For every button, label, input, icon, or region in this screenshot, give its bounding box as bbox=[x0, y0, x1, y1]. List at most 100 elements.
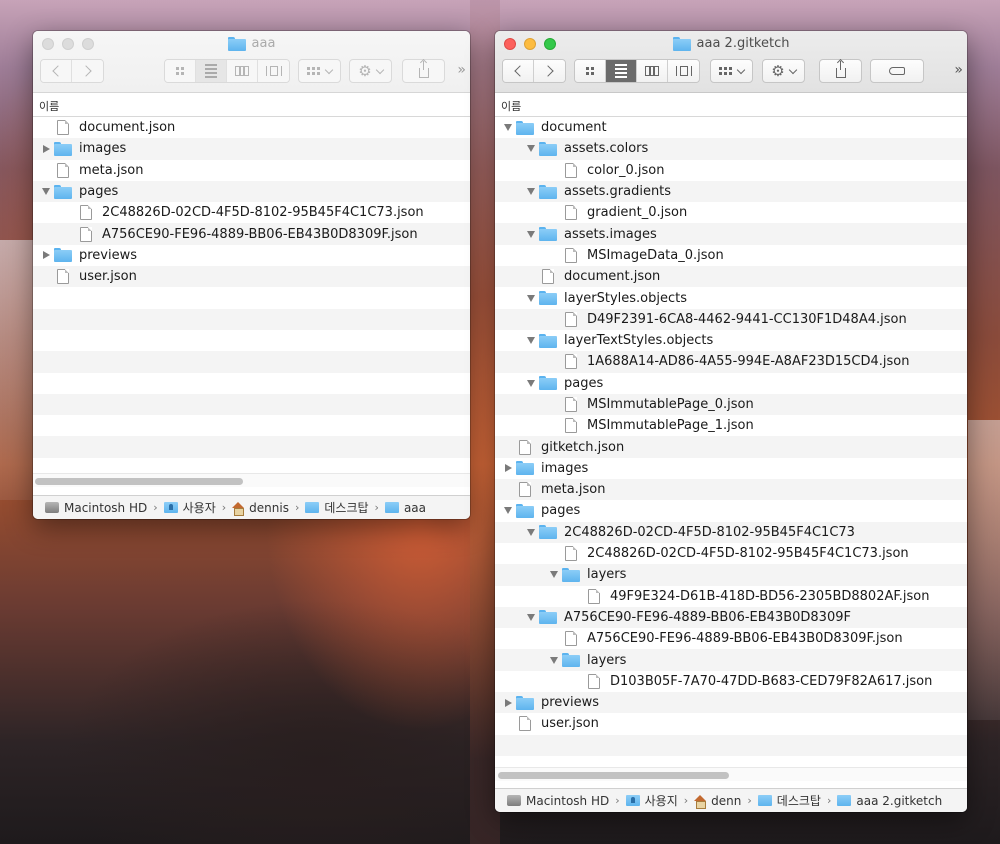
folder-row[interactable]: images bbox=[33, 138, 470, 160]
icon-view-button[interactable] bbox=[165, 60, 196, 82]
file-row[interactable]: gradient_0.json bbox=[495, 202, 967, 223]
row-icon bbox=[536, 291, 560, 306]
path-item[interactable]: aaa 2.gitketch bbox=[837, 794, 942, 808]
file-row[interactable]: A756CE90-FE96-4889-BB06-EB43B0D8309F.jso… bbox=[495, 628, 967, 649]
disclosure-open-icon[interactable] bbox=[526, 612, 536, 622]
list-view-button[interactable] bbox=[196, 60, 227, 82]
column-view-button[interactable] bbox=[227, 60, 258, 82]
folder-row[interactable]: layers bbox=[495, 564, 967, 586]
folder-row[interactable]: layers bbox=[495, 649, 967, 671]
file-row[interactable]: color_0.json bbox=[495, 160, 967, 181]
horizontal-scrollbar[interactable] bbox=[495, 767, 967, 781]
disclosure-open-icon[interactable] bbox=[503, 506, 513, 516]
scrollbar-thumb[interactable] bbox=[498, 772, 729, 779]
scrollbar-thumb[interactable] bbox=[35, 478, 243, 485]
forward-button[interactable] bbox=[72, 60, 103, 82]
file-row[interactable]: user.json bbox=[33, 266, 470, 288]
folder-row[interactable]: previews bbox=[495, 692, 967, 714]
disclosure-closed-icon[interactable] bbox=[41, 144, 51, 154]
folder-row[interactable]: document bbox=[495, 117, 967, 138]
disclosure-closed-icon[interactable] bbox=[41, 250, 51, 260]
back-button[interactable] bbox=[503, 60, 534, 82]
path-item[interactable]: aaa bbox=[384, 501, 426, 515]
path-item[interactable]: Macintosh HD bbox=[45, 501, 147, 515]
disclosure-open-icon[interactable] bbox=[503, 123, 513, 133]
file-row[interactable]: 2C48826D-02CD-4F5D-8102-95B45F4C1C73.jso… bbox=[33, 202, 470, 223]
folder-row[interactable]: previews bbox=[33, 245, 470, 266]
file-row[interactable]: MSImageData_0.json bbox=[495, 245, 967, 266]
file-row[interactable]: document.json bbox=[33, 117, 470, 138]
file-row[interactable]: A756CE90-FE96-4889-BB06-EB43B0D8309F.jso… bbox=[33, 223, 470, 245]
column-view-button[interactable] bbox=[637, 60, 668, 82]
toolbar: ⚙ » bbox=[502, 59, 963, 83]
cover-flow-button[interactable] bbox=[258, 60, 289, 82]
disclosure-closed-icon[interactable] bbox=[503, 463, 513, 473]
path-item[interactable]: 데스크탑 bbox=[305, 499, 369, 516]
folder-row[interactable]: assets.colors bbox=[495, 138, 967, 160]
share-button[interactable] bbox=[402, 59, 445, 83]
folder-row[interactable]: layerTextStyles.objects bbox=[495, 330, 967, 351]
file-row[interactable]: user.json bbox=[495, 713, 967, 734]
file-row[interactable]: 2C48826D-02CD-4F5D-8102-95B45F4C1C73.jso… bbox=[495, 543, 967, 564]
folder-row[interactable]: images bbox=[495, 458, 967, 479]
file-row[interactable]: MSImmutablePage_0.json bbox=[495, 393, 967, 416]
file-row[interactable]: D49F2391-6CA8-4462-9441-CC130F1D48A4.jso… bbox=[495, 308, 967, 330]
tag-button[interactable] bbox=[870, 59, 924, 83]
cover-flow-button[interactable] bbox=[668, 60, 699, 82]
title-bar[interactable]: aaa 2.gitketch ⚙ » bbox=[495, 31, 967, 93]
disclosure-open-icon[interactable] bbox=[526, 293, 536, 303]
file-row[interactable]: 49F9E324-D61B-418D-BD56-2305BD8802AF.jso… bbox=[495, 586, 967, 607]
disclosure-open-icon[interactable] bbox=[526, 527, 536, 537]
disclosure-open-icon[interactable] bbox=[549, 570, 559, 580]
folder-row[interactable]: layerStyles.objects bbox=[495, 287, 967, 308]
title-bar[interactable]: aaa ⚙ » bbox=[33, 31, 470, 93]
finder-window-aaa-2-gitketch[interactable]: aaa 2.gitketch ⚙ » 이름 document assets.co… bbox=[495, 31, 967, 812]
disclosure-open-icon[interactable] bbox=[526, 229, 536, 239]
file-row[interactable]: document.json bbox=[495, 266, 967, 288]
folder-row[interactable]: assets.gradients bbox=[495, 180, 967, 203]
path-item[interactable]: 사용지 bbox=[625, 792, 678, 809]
back-button[interactable] bbox=[41, 60, 72, 82]
disclosure-open-icon[interactable] bbox=[549, 655, 559, 665]
folder-row[interactable]: 2C48826D-02CD-4F5D-8102-95B45F4C1C73 bbox=[495, 521, 967, 543]
horizontal-scrollbar[interactable] bbox=[33, 473, 470, 487]
disclosure-open-icon[interactable] bbox=[526, 336, 536, 346]
arrange-button[interactable] bbox=[710, 59, 753, 83]
folder-row[interactable]: pages bbox=[495, 373, 967, 394]
arrange-icon bbox=[719, 67, 732, 75]
action-button[interactable]: ⚙ bbox=[349, 59, 392, 83]
file-row[interactable]: D103B05F-7A70-47DD-B683-CED79F82A617.jso… bbox=[495, 671, 967, 692]
disclosure-closed-icon[interactable] bbox=[503, 698, 513, 708]
finder-window-aaa[interactable]: aaa ⚙ » 이름 document.json images meta.jso… bbox=[33, 31, 470, 519]
file-row[interactable]: meta.json bbox=[495, 479, 967, 501]
file-row[interactable]: 1A688A14-AD86-4A55-994E-A8AF23D15CD4.jso… bbox=[495, 351, 967, 373]
folder-row[interactable]: assets.images bbox=[495, 223, 967, 245]
share-button[interactable] bbox=[819, 59, 862, 83]
path-item[interactable]: 사용자 bbox=[163, 499, 216, 516]
disclosure-open-icon[interactable] bbox=[526, 144, 536, 154]
disclosure-open-icon[interactable] bbox=[526, 187, 536, 197]
toolbar-overflow-button[interactable]: » bbox=[457, 62, 465, 78]
icon-view-button[interactable] bbox=[575, 60, 606, 82]
disclosure-open-icon[interactable] bbox=[526, 378, 536, 388]
path-item[interactable]: 데스크탑 bbox=[757, 792, 821, 809]
toolbar-overflow-button[interactable]: » bbox=[954, 62, 962, 78]
arrange-button[interactable] bbox=[298, 59, 341, 83]
file-row[interactable]: MSImmutablePage_1.json bbox=[495, 415, 967, 436]
action-button[interactable]: ⚙ bbox=[762, 59, 805, 83]
path-item[interactable]: dennis bbox=[232, 501, 289, 516]
path-item[interactable]: Macintosh HD bbox=[507, 794, 609, 808]
column-header-name[interactable]: 이름 bbox=[33, 93, 470, 117]
file-row[interactable]: gitketch.json bbox=[495, 436, 967, 458]
row-icon bbox=[51, 184, 75, 199]
column-header-name[interactable]: 이름 bbox=[495, 93, 967, 117]
forward-button[interactable] bbox=[534, 60, 565, 82]
list-view-button[interactable] bbox=[606, 60, 637, 82]
folder-row[interactable]: pages bbox=[33, 180, 470, 203]
path-item[interactable]: denn bbox=[694, 794, 741, 809]
folder-row[interactable]: pages bbox=[495, 500, 967, 521]
file-row[interactable]: meta.json bbox=[33, 160, 470, 181]
folder-row[interactable]: A756CE90-FE96-4889-BB06-EB43B0D8309F bbox=[495, 606, 967, 629]
disclosure-open-icon[interactable] bbox=[41, 187, 51, 197]
